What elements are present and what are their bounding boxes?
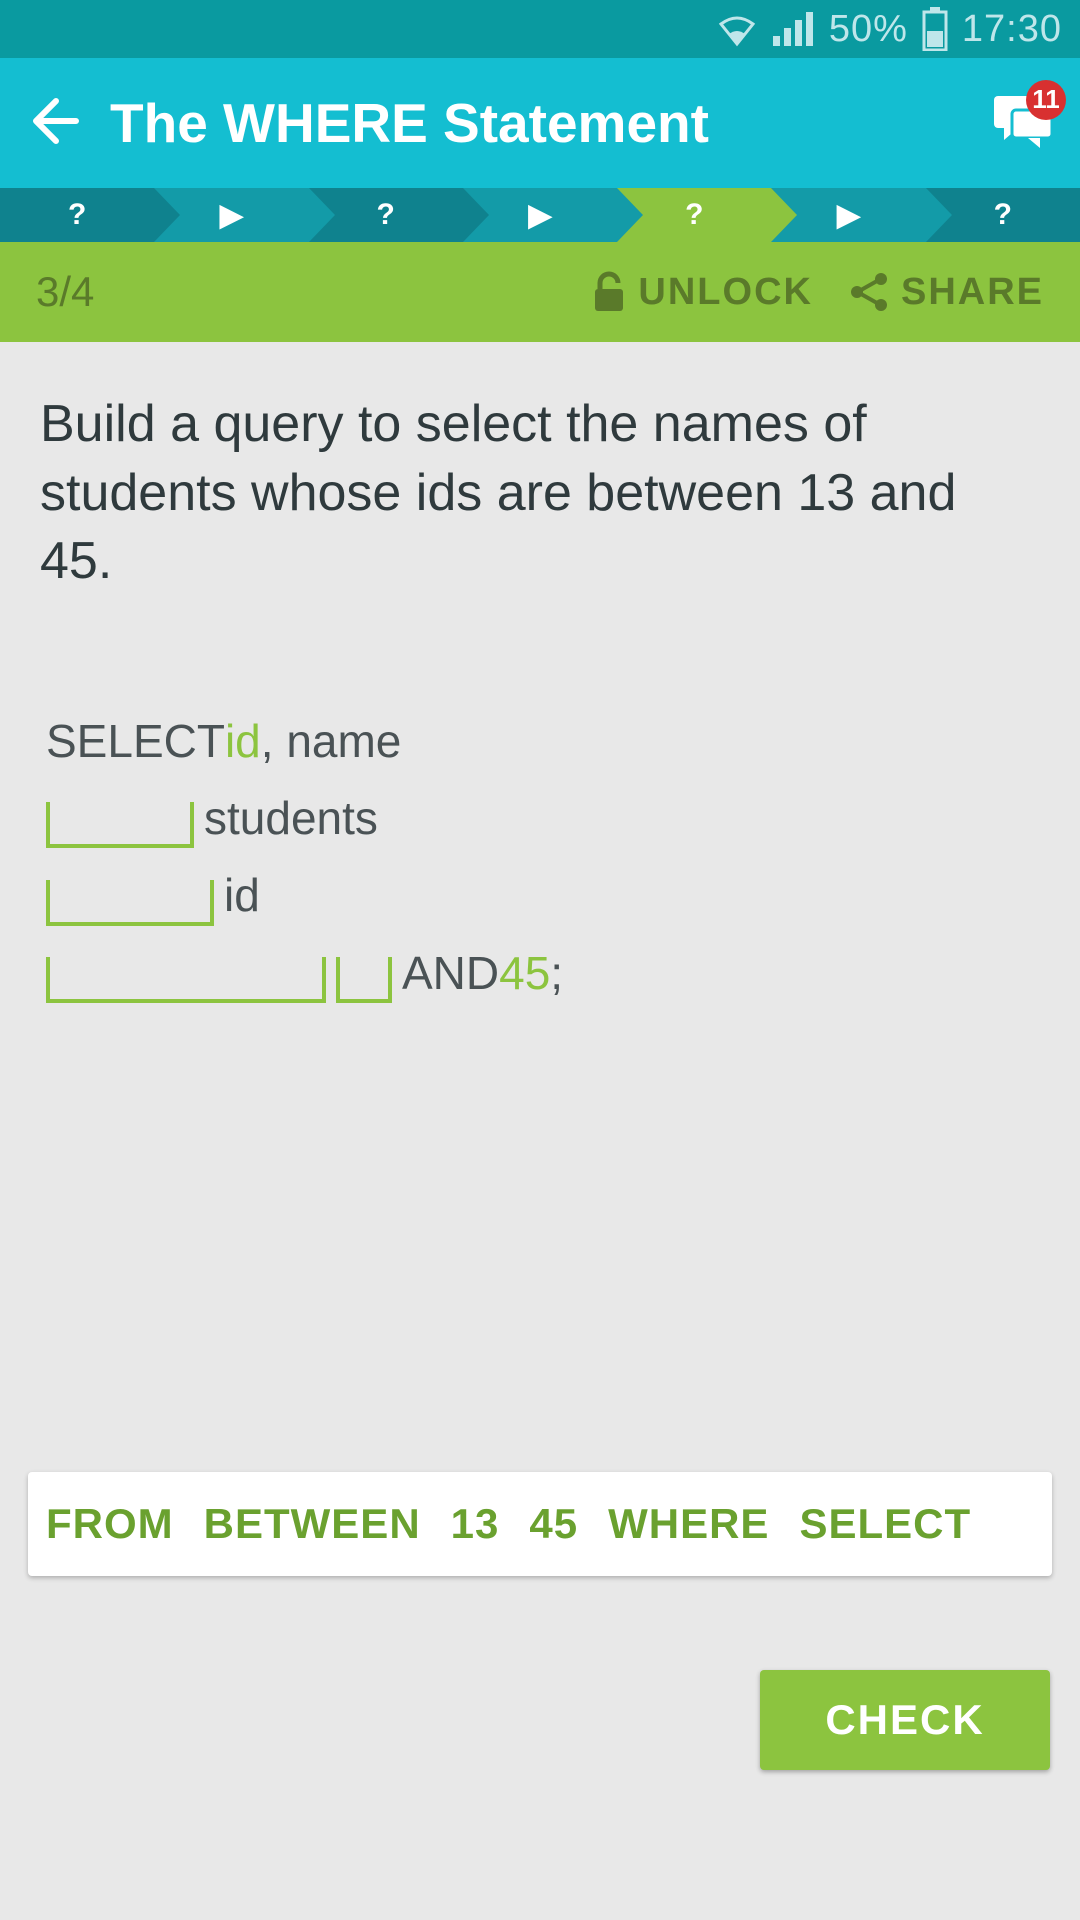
share-button[interactable]: SHARE [849, 271, 1044, 314]
share-icon [849, 271, 891, 313]
word-chip[interactable]: FROM [46, 1500, 174, 1548]
question-counter: 3/4 [36, 268, 554, 316]
code-text: AND [402, 938, 499, 1009]
code-keyword: SELECT [46, 706, 225, 777]
clock: 17:30 [962, 8, 1062, 51]
share-label: SHARE [901, 271, 1044, 314]
status-bar: 50% 17:30 [0, 0, 1080, 58]
page-title: The WHERE Statement [110, 91, 960, 155]
content-area: Build a query to select the names of stu… [0, 342, 1080, 1009]
code-line-3: id [46, 860, 1034, 931]
notification-badge: 11 [1026, 80, 1066, 120]
progress-steps: ? ▶ ? ▶ ? ▶ ? [0, 188, 1080, 242]
check-button[interactable]: CHECK [760, 1670, 1050, 1770]
battery-percent: 50% [829, 8, 908, 51]
code-text: ; [550, 938, 563, 1009]
lock-icon [590, 271, 628, 313]
blank-slot[interactable] [46, 957, 326, 1003]
blank-slot[interactable] [46, 880, 214, 926]
unlock-label: UNLOCK [638, 271, 813, 314]
signal-icon [773, 10, 815, 48]
comments-icon[interactable]: 11 [988, 92, 1054, 155]
code-text: students [204, 783, 378, 854]
app-header: The WHERE Statement 11 [0, 58, 1080, 188]
back-arrow-icon[interactable] [26, 93, 82, 154]
code-line-1: SELECT id, name [46, 706, 1034, 777]
code-line-2: students [46, 783, 1034, 854]
question-text: Build a query to select the names of stu… [40, 390, 1040, 596]
wifi-icon [715, 10, 759, 48]
blank-slot[interactable] [336, 957, 392, 1003]
unlock-button[interactable]: UNLOCK [590, 271, 813, 314]
filled-word: 45 [499, 938, 550, 1009]
word-chip[interactable]: 13 [451, 1500, 500, 1548]
filled-word: id [225, 706, 261, 777]
word-chip[interactable]: SELECT [799, 1500, 971, 1548]
step-1[interactable]: ? [0, 188, 154, 242]
word-bank: FROM BETWEEN 13 45 WHERE SELECT [28, 1472, 1052, 1576]
sub-bar: 3/4 UNLOCK SHARE [0, 242, 1080, 342]
word-chip[interactable]: BETWEEN [204, 1500, 421, 1548]
blank-slot[interactable] [46, 802, 194, 848]
check-label: CHECK [825, 1696, 984, 1744]
code-text: , name [261, 706, 402, 777]
word-chip[interactable]: WHERE [608, 1500, 769, 1548]
battery-icon [922, 7, 948, 51]
code-line-4: AND 45; [46, 938, 1034, 1009]
word-chip[interactable]: 45 [529, 1500, 578, 1548]
code-exercise: SELECT id, name students id AND 45; [40, 706, 1040, 1009]
code-text: id [224, 860, 260, 931]
